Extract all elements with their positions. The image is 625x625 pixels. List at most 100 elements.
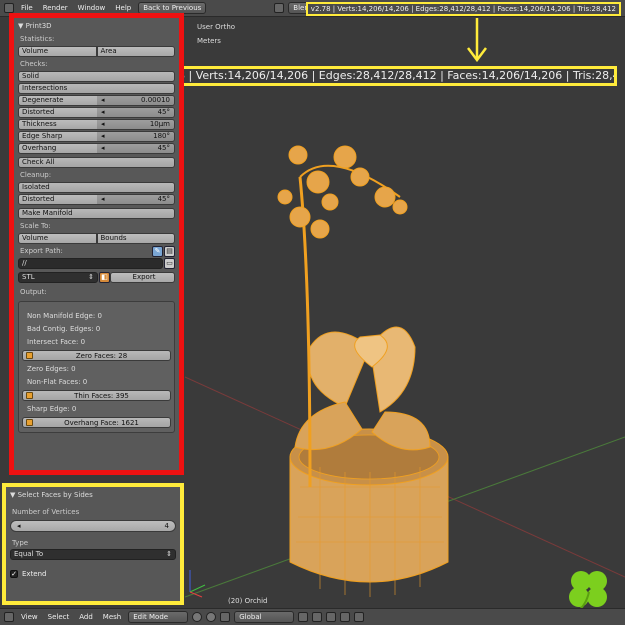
edge-sharp-field[interactable]: Edge Sharp ◂ 180°: [18, 131, 175, 142]
print3d-panel: ▼ Print3D Statistics: Volume Area Checks…: [9, 13, 184, 475]
degenerate-label: Degenerate: [19, 96, 97, 105]
scale-bounds-button[interactable]: Bounds: [96, 233, 175, 244]
panel-title: Print3D: [25, 22, 52, 30]
scene-stats: v2.78 | Verts:14,206/14,206 | Edges:28,4…: [305, 2, 621, 16]
snap-icon[interactable]: [354, 612, 365, 622]
volume-button[interactable]: Volume: [18, 46, 97, 57]
export-row: STL ⇕ ◧ Export: [18, 272, 175, 283]
statistics-buttons: Volume Area: [18, 46, 175, 57]
scale-volume-button[interactable]: Volume: [18, 233, 97, 244]
format-value: STL: [22, 273, 35, 281]
non-manifold-edge-text: Non Manifold Edge: 0: [27, 312, 102, 320]
check-all-button[interactable]: Check All: [18, 157, 175, 168]
select-faces-by-sides-panel: ▼ Select Faces by Sides Number of Vertic…: [2, 483, 184, 605]
menu-add[interactable]: Add: [76, 613, 96, 621]
pivot-icon[interactable]: [206, 612, 217, 622]
type-value: Equal To: [14, 550, 44, 558]
thickness-value: 10µm: [149, 120, 170, 128]
degenerate-field[interactable]: Degenerate ◂ 0.00010: [18, 95, 175, 106]
output-label: Output:: [20, 288, 47, 296]
folder-icon[interactable]: ▭: [164, 258, 175, 269]
manipulator-icon[interactable]: [220, 612, 231, 622]
thickness-field[interactable]: Thickness ◂ 10µm: [18, 119, 175, 130]
clover-logo-icon: [569, 571, 607, 612]
distorted-field[interactable]: Distorted ◂ 45°: [18, 107, 175, 118]
extend-checkbox[interactable]: ✓ Extend: [10, 568, 176, 580]
editor-type-icon[interactable]: [4, 612, 14, 622]
menu-render[interactable]: Render: [40, 4, 71, 12]
cleanup-distorted-field[interactable]: Distorted ◂ 45°: [18, 194, 175, 205]
intersect-face-text: Intersect Face: 0: [27, 338, 86, 346]
zero-edges-text: Zero Edges: 0: [27, 365, 76, 373]
operator-header[interactable]: ▼ Select Faces by Sides: [10, 490, 176, 501]
orchid-model: [277, 145, 449, 597]
decrement-icon[interactable]: ◂: [17, 521, 21, 531]
thickness-label: Thickness: [19, 120, 97, 129]
operator-title: Select Faces by Sides: [17, 491, 93, 499]
scene-stats-zoom: v2.78 | Verts:14,206/14,206 | Edges:28,4…: [147, 66, 617, 86]
vertices-value: 4: [164, 522, 169, 530]
select-icon: [26, 352, 33, 359]
panel-header[interactable]: ▼ Print3D: [18, 21, 175, 32]
format-select[interactable]: STL ⇕: [18, 272, 98, 283]
output-box: Non Manifold Edge: 0 Bad Contig. Edges: …: [18, 301, 175, 433]
overhang-face-button[interactable]: Overhang Face: 1621: [22, 417, 171, 428]
distorted-label: Distorted: [19, 108, 97, 117]
vertex-select-icon[interactable]: [298, 612, 309, 622]
view-units: Meters: [197, 37, 221, 45]
solid-button[interactable]: Solid: [18, 71, 175, 82]
export-path-row: Export Path: ✎ ▤: [18, 246, 175, 257]
bad-contig-edges-text: Bad Contig. Edges: 0: [27, 325, 101, 333]
select-icon: [26, 392, 33, 399]
non-flat-faces-text: Non-Flat Faces: 0: [27, 378, 88, 386]
statistics-label: Statistics:: [20, 35, 55, 43]
type-select[interactable]: Equal To ⇕: [10, 549, 176, 560]
zero-faces-button[interactable]: Zero Faces: 28: [22, 350, 171, 361]
edge-select-icon[interactable]: [312, 612, 323, 622]
export-icon: ◧: [99, 272, 110, 283]
make-manifold-button[interactable]: Make Manifold: [18, 208, 175, 219]
type-label: Type: [12, 539, 29, 547]
cleanup-distorted-label: Distorted: [19, 195, 97, 204]
edge-sharp-label: Edge Sharp: [19, 132, 97, 141]
menu-select[interactable]: Select: [45, 613, 73, 621]
extend-label: Extend: [22, 570, 47, 578]
export-path-row-field: // ▭: [18, 258, 175, 269]
vertices-label: Number of Vertices: [12, 508, 80, 516]
menu-mesh[interactable]: Mesh: [100, 613, 124, 621]
face-select-icon[interactable]: [326, 612, 337, 622]
proportional-edit-icon[interactable]: [340, 612, 351, 622]
shading-icon[interactable]: [192, 612, 203, 622]
menu-file[interactable]: File: [18, 4, 36, 12]
overhang-value: 45°: [157, 144, 170, 152]
vertices-slider[interactable]: ◂ 4: [10, 520, 176, 532]
overhang-label: Overhang: [19, 144, 97, 153]
editor-type-icon[interactable]: [4, 3, 14, 13]
export-button[interactable]: Export: [110, 272, 175, 283]
overhang-field[interactable]: Overhang ◂ 45°: [18, 143, 175, 154]
menu-window[interactable]: Window: [75, 4, 109, 12]
edge-sharp-value: 180°: [153, 132, 170, 140]
mode-select[interactable]: Edit Mode: [128, 611, 189, 623]
intersections-button[interactable]: Intersections: [18, 83, 175, 94]
checks-label: Checks:: [20, 60, 48, 68]
export-path-field[interactable]: //: [18, 258, 163, 269]
arrow-down-icon: [467, 18, 487, 63]
save-icon[interactable]: ▤: [164, 246, 175, 257]
check-icon: ✓: [10, 570, 18, 578]
cleanup-label: Cleanup:: [20, 171, 52, 179]
menu-help[interactable]: Help: [112, 4, 134, 12]
menu-view[interactable]: View: [18, 613, 41, 621]
degenerate-value: 0.00010: [141, 96, 170, 104]
sharp-edge-text: Sharp Edge: 0: [27, 405, 77, 413]
area-button[interactable]: Area: [96, 46, 175, 57]
updown-icon: ⇕: [166, 550, 172, 558]
blender-logo-icon: [274, 3, 285, 13]
isolated-button[interactable]: Isolated: [18, 182, 175, 193]
thin-faces-button[interactable]: Thin Faces: 395: [22, 390, 171, 401]
bottom-header-bar: View Select Add Mesh Edit Mode Global: [0, 608, 625, 625]
export-path-label: Export Path:: [20, 247, 63, 255]
active-object-label: (20) Orchid: [228, 597, 268, 605]
wrench-icon[interactable]: ✎: [152, 246, 163, 257]
orientation-select[interactable]: Global: [234, 611, 295, 623]
